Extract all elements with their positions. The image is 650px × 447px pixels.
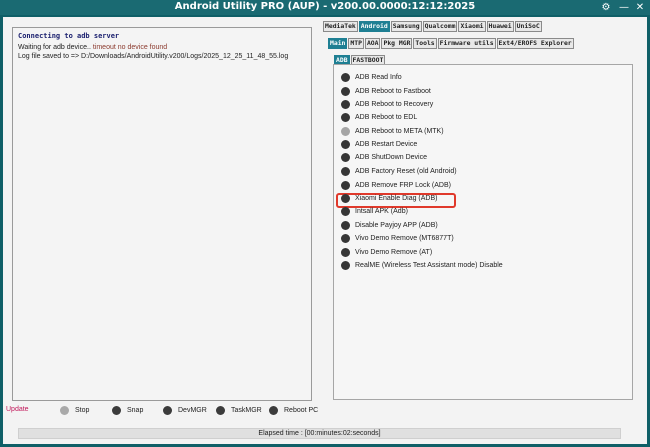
radio-icon (341, 166, 350, 176)
cmd-reboot-fastboot[interactable]: ADB Reboot to Fastboot (341, 85, 431, 97)
cmd-label: Vivo Demo Remove (AT) (355, 248, 433, 256)
cmd-label: ADB Reboot to Fastboot (355, 87, 431, 95)
tab-tools[interactable]: Tools (413, 38, 437, 49)
log-line-logfile: Log file saved to => D:/Downloads/Androi… (18, 53, 289, 60)
title-bar[interactable]: Android Utility PRO (AUP) - v200.00.0000… (0, 0, 650, 15)
android-sub-tabs: Main MTP AOA Pkg MGR Tools Firmware util… (328, 38, 574, 49)
cmd-reboot-meta[interactable]: ADB Reboot to META (MTK) (341, 125, 444, 137)
cmd-vivo-demo-mt6877t[interactable]: Vivo Demo Remove (MT6877T) (341, 232, 454, 244)
radio-icon (341, 247, 350, 257)
window-title: Android Utility PRO (AUP) - v200.00.0000… (174, 1, 476, 12)
adb-command-panel: ADB Read Info ADB Reboot to Fastboot ADB… (333, 64, 633, 400)
cmd-reboot-recovery[interactable]: ADB Reboot to Recovery (341, 98, 433, 110)
devmgr-label: DevMGR (178, 406, 207, 414)
radio-icon (341, 260, 350, 270)
radio-icon (341, 72, 350, 82)
reboot-pc-label: Reboot PC (284, 406, 319, 414)
cmd-label: Intsall APK (Adb) (355, 207, 408, 215)
taskmgr-label: TaskMGR (231, 406, 262, 414)
radio-icon (341, 206, 350, 216)
log-line-waiting: Waiting for adb device.. timeout no devi… (18, 43, 306, 52)
cmd-remove-frp-lock[interactable]: ADB Remove FRP Lock (ADB) (341, 179, 451, 191)
tab-mtp[interactable]: MTP (348, 38, 364, 49)
reboot-pc-indicator-icon (269, 405, 278, 415)
cmd-label: ADB Restart Device (355, 140, 418, 148)
radio-icon (341, 152, 350, 162)
reboot-pc-button[interactable]: Reboot PC (269, 404, 318, 416)
update-link[interactable]: Update (6, 406, 29, 413)
taskmgr-button[interactable]: TaskMGR (216, 404, 262, 416)
cmd-factory-reset[interactable]: ADB Factory Reset (old Android) (341, 165, 457, 177)
radio-icon (341, 86, 350, 96)
cmd-label: ADB Remove FRP Lock (ADB) (355, 181, 451, 189)
tab-xiaomi[interactable]: Xiaomi (458, 21, 486, 32)
cmd-label: ADB Factory Reset (old Android) (355, 167, 457, 175)
client-area: Connecting to adb server Waiting for adb… (3, 17, 647, 444)
cmd-label: RealME (Wireless Test Assistant mode) Di… (355, 261, 503, 269)
taskmgr-indicator-icon (216, 405, 225, 415)
cmd-label: ADB ShutDown Device (355, 153, 427, 161)
tab-unisoc[interactable]: UniSoC (514, 21, 542, 32)
settings-icon[interactable]: ⚙ (599, 1, 613, 14)
app-window: Android Utility PRO (AUP) - v200.00.0000… (0, 0, 650, 447)
cmd-disable-payjoy[interactable]: Disable Payjoy APP (ADB) (341, 219, 438, 231)
status-bar: Elapsed time : [00:minutes:02:seconds] (18, 428, 621, 439)
tab-mediatek[interactable]: MediaTek (323, 21, 358, 32)
tab-firmware-utils[interactable]: Firmware utils (437, 38, 496, 49)
tab-samsung[interactable]: Samsung (390, 21, 422, 32)
cmd-label: ADB Reboot to Recovery (355, 100, 434, 108)
tab-qualcomm[interactable]: Qualcomm (422, 21, 458, 32)
tab-huawei[interactable]: Huawei (486, 21, 514, 32)
cmd-label: ADB Reboot to EDL (355, 113, 418, 121)
tab-android[interactable]: Android (358, 21, 390, 32)
cmd-label: Vivo Demo Remove (MT6877T) (355, 234, 454, 242)
vendor-tabs: MediaTek Android Samsung Qualcomm Xiaomi… (323, 21, 542, 32)
snap-button[interactable]: Snap (112, 404, 143, 416)
log-heading: Connecting to adb server (18, 32, 120, 40)
radio-icon (341, 112, 350, 122)
tab-main[interactable]: Main (328, 38, 348, 49)
radio-icon (341, 193, 350, 203)
cmd-realme-disable[interactable]: RealME (Wireless Test Assistant mode) Di… (341, 259, 503, 271)
cmd-label: ADB Reboot to META (MTK) (355, 127, 444, 135)
cmd-label: Disable Payjoy APP (ADB) (355, 221, 438, 229)
minimize-icon[interactable]: — (617, 1, 631, 14)
tab-pkg-mgr[interactable]: Pkg MGR (381, 38, 413, 49)
radio-icon (341, 126, 350, 136)
cmd-install-apk[interactable]: Intsall APK (Adb) (341, 205, 408, 217)
stop-label: Stop (75, 406, 90, 414)
cmd-label: ADB Read Info (355, 73, 402, 81)
snap-label: Snap (127, 406, 144, 414)
cmd-restart-device[interactable]: ADB Restart Device (341, 138, 417, 150)
cmd-xiaomi-enable-diag[interactable]: Xiaomi Enable Diag (ADB) (341, 192, 437, 204)
close-icon[interactable]: ✕ (633, 1, 647, 14)
radio-icon (341, 233, 350, 243)
cmd-adb-read-info[interactable]: ADB Read Info (341, 71, 402, 83)
radio-icon (341, 220, 350, 230)
cmd-label: Xiaomi Enable Diag (ADB) (355, 194, 438, 202)
radio-icon (341, 139, 350, 149)
cmd-shutdown-device[interactable]: ADB ShutDown Device (341, 151, 427, 163)
snap-indicator-icon (112, 405, 121, 415)
tab-aoa[interactable]: AOA (364, 38, 381, 49)
cmd-reboot-edl[interactable]: ADB Reboot to EDL (341, 111, 417, 123)
radio-icon (341, 99, 350, 109)
log-output[interactable]: Connecting to adb server Waiting for adb… (12, 27, 312, 401)
stop-button[interactable]: Stop (60, 404, 89, 416)
stop-indicator-icon (60, 405, 69, 415)
log-waiting-status: timeout no device found (92, 44, 168, 51)
radio-icon (341, 180, 350, 190)
devmgr-indicator-icon (163, 405, 172, 415)
tab-ext4-erofs-explorer[interactable]: Ext4/EROFS Explorer (496, 38, 574, 49)
devmgr-button[interactable]: DevMGR (163, 404, 207, 416)
cmd-vivo-demo-at[interactable]: Vivo Demo Remove (AT) (341, 246, 432, 258)
log-waiting-prefix: Waiting for adb device.. (18, 44, 93, 51)
elapsed-time: Elapsed time : [00:minutes:02:seconds] (258, 430, 381, 437)
bottom-toolbar: Update Stop Snap DevMGR TaskMGR Reboot P… (3, 403, 323, 417)
